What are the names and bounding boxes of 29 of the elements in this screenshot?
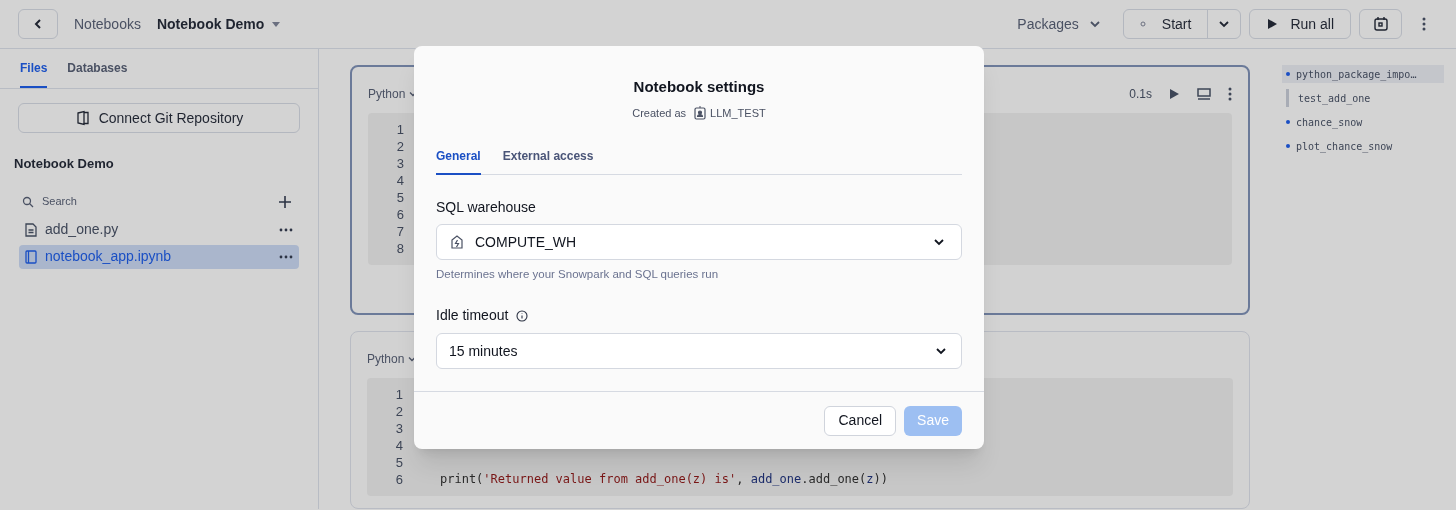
- created-as-label: Created as: [632, 105, 687, 121]
- line-number: 1: [395, 386, 403, 403]
- file-name: add_one.py: [45, 220, 120, 239]
- line-number: 2: [395, 403, 403, 420]
- outline-label: python_package_impo…: [1296, 67, 1417, 82]
- line-number: 6: [395, 471, 403, 488]
- field-label: Idle timeout: [436, 306, 509, 326]
- dialog-title: Notebook settings: [633, 77, 765, 97]
- line-number: 8: [396, 240, 404, 257]
- run-duration: 0.1s: [1129, 86, 1152, 103]
- code-line: print('Returned value from add_one(z) is', add_one.add_one(z)): [440, 472, 888, 486]
- line-number: 2: [396, 138, 404, 155]
- line-number: 3: [396, 155, 404, 172]
- line-number: 4: [395, 437, 403, 454]
- field-label: SQL warehouse: [436, 198, 537, 217]
- project-title: Notebook Demo: [14, 155, 115, 173]
- outline-label: test_add_one: [1298, 91, 1371, 106]
- line-number: 5: [396, 189, 404, 206]
- user-name: LLM_TEST: [710, 105, 766, 121]
- outline-label: plot_chance_snow: [1296, 139, 1393, 154]
- help-text: Determines where your Snowpark and SQL queries run: [436, 267, 720, 282]
- line-number: 7: [396, 223, 404, 240]
- line-number: 1: [396, 121, 404, 138]
- line-number: 3: [395, 420, 403, 437]
- line-number: 5: [395, 454, 403, 471]
- line-number: 4: [396, 172, 404, 189]
- outline-label: chance_snow: [1296, 115, 1363, 130]
- file-name: notebook_app.ipynb: [45, 247, 173, 266]
- line-number: 6: [396, 206, 404, 223]
